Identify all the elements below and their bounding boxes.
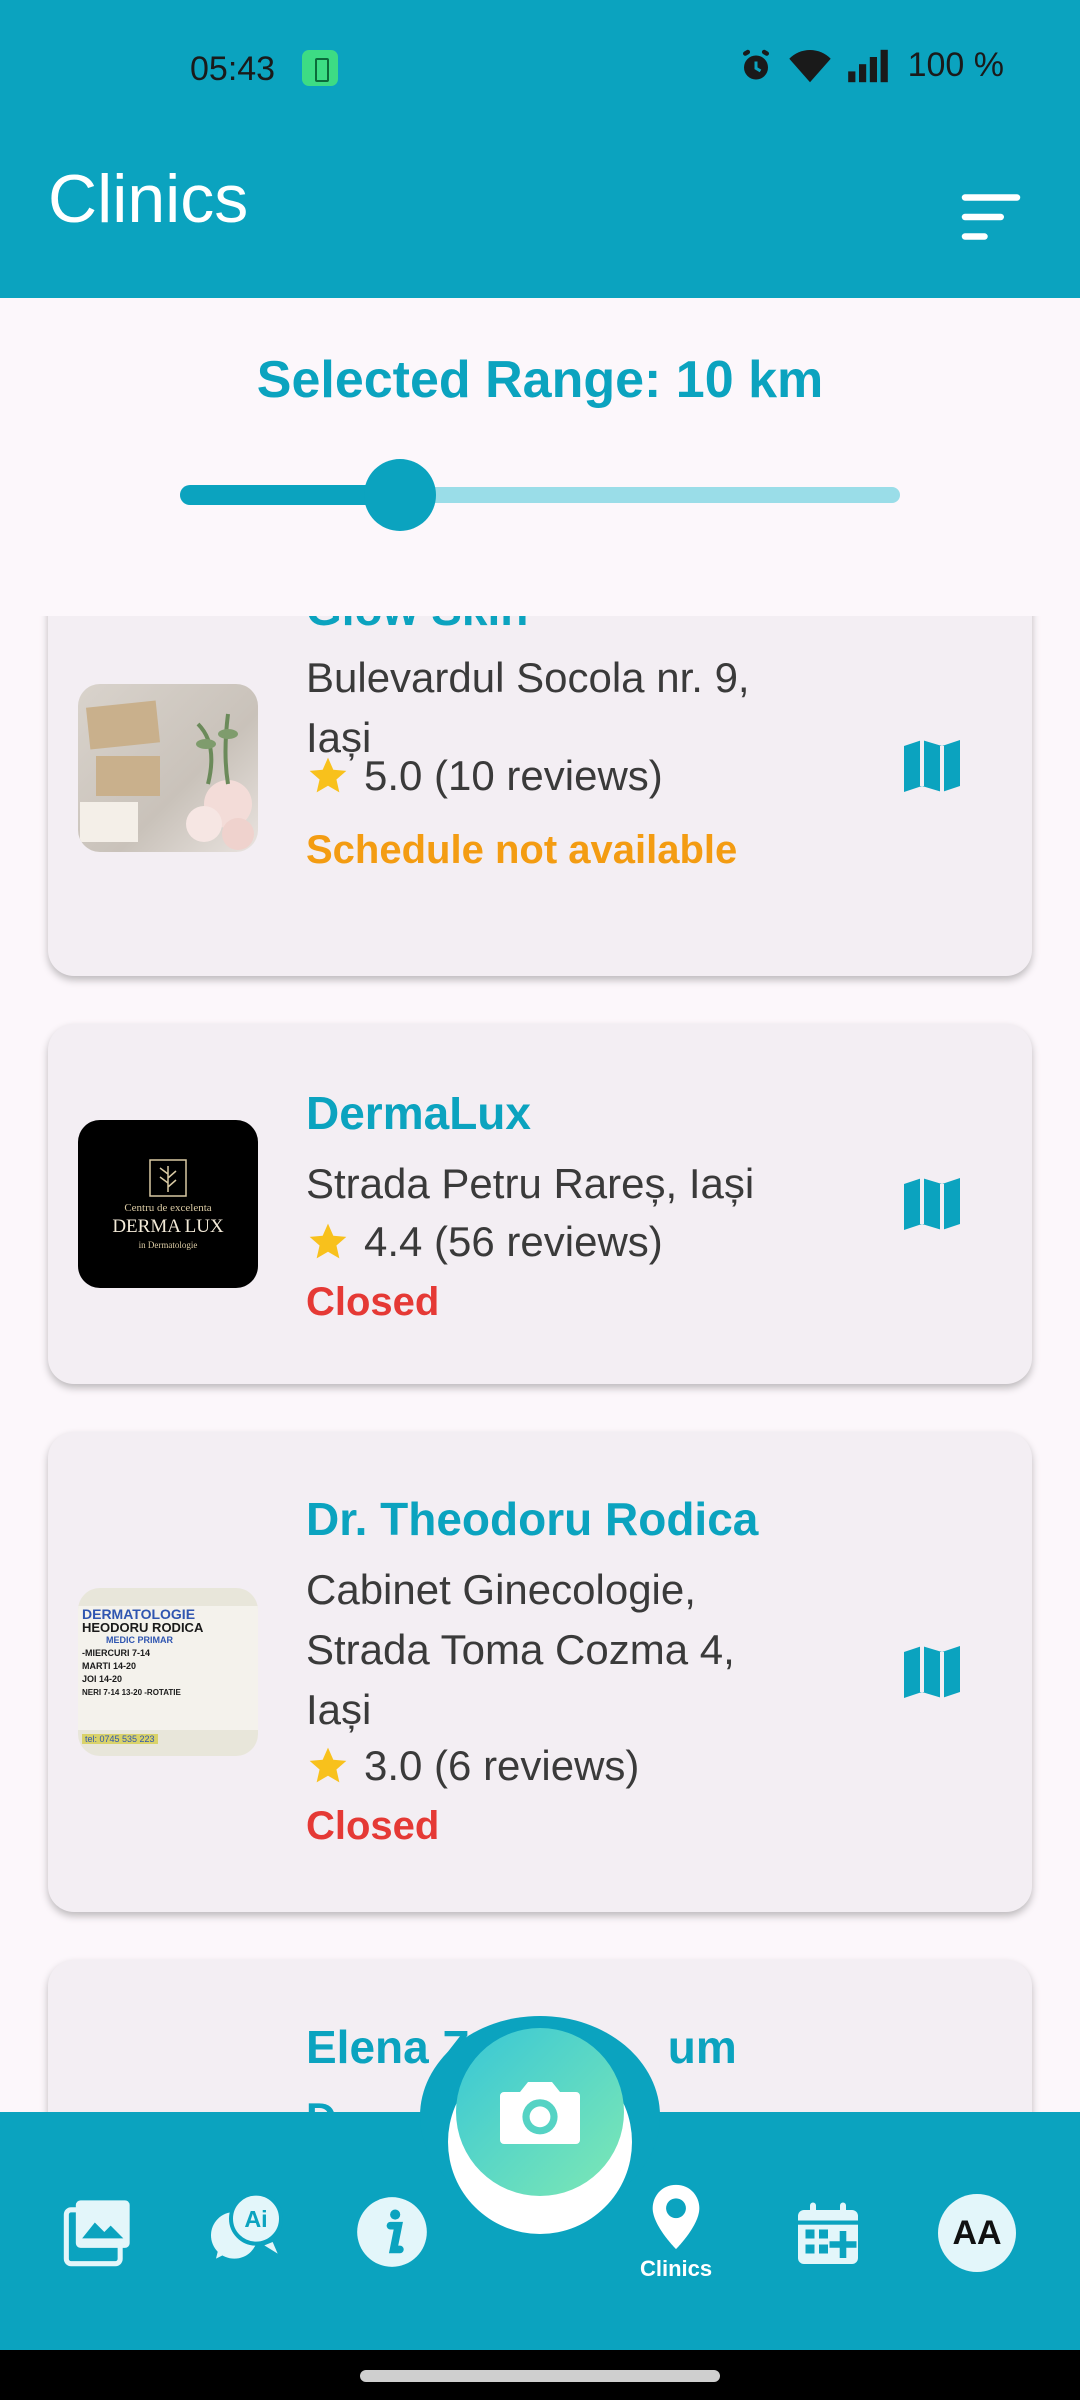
camera-icon bbox=[500, 2082, 580, 2144]
map-icon[interactable] bbox=[902, 1176, 962, 1232]
sign-line: -MIERCURI 7-14 bbox=[82, 1648, 151, 1658]
nav-clinics-label: Clinics bbox=[640, 2256, 713, 2281]
range-slider[interactable] bbox=[180, 455, 900, 535]
clinic-list[interactable]: Glow Skin Bulevardul Socola nr. 9, Iași … bbox=[0, 616, 1080, 2112]
clinic-card[interactable]: DERMATOLOGIE HEODORU RODICA MEDIC PRIMAR… bbox=[48, 1432, 1032, 1912]
star-icon bbox=[309, 1223, 347, 1259]
location-pin-icon bbox=[652, 2184, 700, 2250]
text-size-icon: AA bbox=[938, 2194, 1016, 2272]
map-icon[interactable] bbox=[902, 1644, 962, 1700]
nav-ai-chat[interactable]: Ai bbox=[206, 2192, 286, 2272]
clinic-card[interactable]: Centru de excelenta DERMA LUX in Dermato… bbox=[48, 1024, 1032, 1384]
business-cards-image bbox=[80, 700, 254, 850]
logo-brand: DERMA LUX bbox=[112, 1216, 224, 1237]
nav-gallery[interactable] bbox=[60, 2194, 136, 2270]
signal-icon bbox=[847, 49, 888, 82]
clinic-name[interactable]: Dr. Theodoru Rodica bbox=[306, 1492, 758, 1546]
clinic-status: Closed bbox=[306, 1280, 440, 1324]
sign-line: MARTI 14-20 bbox=[82, 1661, 137, 1671]
clinic-rating: 5.0 (10 reviews) bbox=[306, 752, 663, 800]
rating-text: 5.0 (10 reviews) bbox=[364, 752, 663, 799]
nav-appointments[interactable] bbox=[792, 2198, 864, 2270]
clinic-address: Strada Petru Rareș, Iași bbox=[306, 1160, 755, 1207]
clinic-name[interactable]: DermaLux bbox=[306, 1086, 531, 1140]
rating-text: 4.4 (56 reviews) bbox=[364, 1218, 663, 1265]
home-gesture-handle[interactable] bbox=[360, 2370, 720, 2382]
battery-saver-icon bbox=[302, 50, 338, 86]
clinic-status: Closed bbox=[306, 1804, 440, 1848]
sign-line: HEODORU RODICA bbox=[82, 1620, 204, 1635]
sign-board: DERMATOLOGIE HEODORU RODICA MEDIC PRIMAR… bbox=[78, 1606, 258, 1730]
nav-text-size[interactable]: AA bbox=[938, 2194, 1016, 2272]
clinic-name[interactable]: Glow Skin bbox=[306, 616, 528, 636]
ai-chat-icon: Ai bbox=[211, 2192, 283, 2259]
wifi-icon bbox=[788, 49, 831, 82]
logo-tagline: Centru de excelenta bbox=[124, 1202, 212, 1214]
nav-info[interactable] bbox=[354, 2194, 430, 2270]
clinic-status: Schedule not available bbox=[306, 828, 738, 872]
alarm-icon bbox=[742, 49, 769, 79]
leaf-logo-icon bbox=[149, 1159, 187, 1197]
range-label: Selected Range: 10 km bbox=[256, 351, 824, 409]
slider-thumb[interactable] bbox=[363, 459, 436, 531]
nav-clinics[interactable]: Clinics bbox=[640, 2182, 712, 2282]
clinic-name-visible-end: um bbox=[667, 2021, 737, 2073]
rating-text: 3.0 (6 reviews) bbox=[364, 1742, 640, 1789]
clinic-logo: Centru de excelenta DERMA LUX in Dermato… bbox=[78, 1120, 258, 1288]
star-icon bbox=[309, 1747, 347, 1783]
clinic-card[interactable]: Glow Skin Bulevardul Socola nr. 9, Iași … bbox=[48, 616, 1032, 976]
camera-button[interactable] bbox=[456, 2028, 624, 2196]
page-title: Clinics bbox=[48, 161, 249, 237]
map-icon[interactable] bbox=[902, 738, 962, 794]
filter-sort-icon[interactable] bbox=[952, 178, 1030, 256]
status-time: 05:43 bbox=[190, 50, 276, 88]
info-icon bbox=[357, 2197, 427, 2267]
status-bar: 05:43 100 % bbox=[0, 0, 1080, 138]
calendar-add-icon bbox=[798, 2202, 858, 2264]
sign-line: NERI 7-14 13-20 -ROTATIE bbox=[82, 1688, 181, 1697]
sign-phone: tel: 0745 535 223 bbox=[82, 1734, 158, 1744]
sign-line: MEDIC PRIMAR bbox=[106, 1635, 173, 1645]
clinic-sign-photo: DERMATOLOGIE HEODORU RODICA MEDIC PRIMAR… bbox=[78, 1588, 258, 1756]
clinic-rating: 4.4 (56 reviews) bbox=[306, 1218, 663, 1266]
svg-text:Ai: Ai bbox=[244, 2206, 267, 2232]
gallery-icon bbox=[63, 2200, 130, 2267]
star-icon bbox=[309, 757, 347, 793]
sign-line: JOI 14-20 bbox=[82, 1674, 123, 1684]
battery-percent: 100 % bbox=[907, 46, 1004, 84]
clinic-address: Cabinet Ginecologie, Strada Toma Cozma 4… bbox=[306, 1566, 735, 1733]
app-bar: Clinics bbox=[0, 138, 1080, 298]
clinic-address: Bulevardul Socola nr. 9, Iași bbox=[306, 654, 750, 761]
clinic-rating: 3.0 (6 reviews) bbox=[306, 1742, 639, 1790]
logo-subline: in Dermatologie bbox=[138, 1240, 198, 1250]
status-icons: 100 % bbox=[738, 46, 1004, 85]
clinic-photo bbox=[78, 684, 258, 852]
